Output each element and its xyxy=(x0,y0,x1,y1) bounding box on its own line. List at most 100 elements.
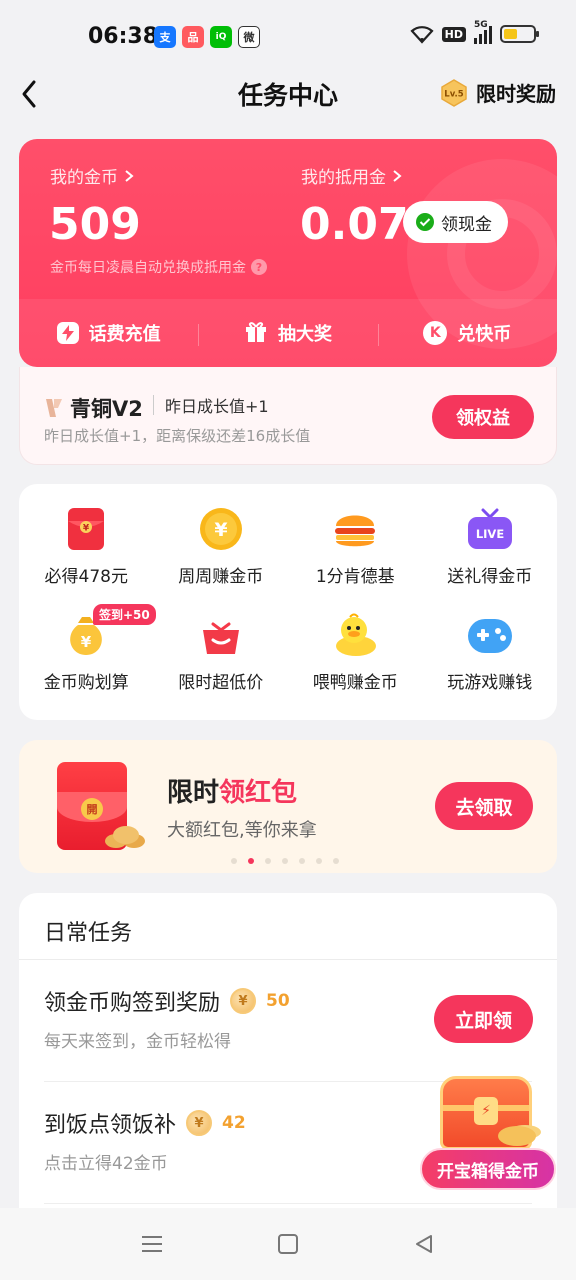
grid-item-kfc[interactable]: 1分肯德基 xyxy=(288,506,423,612)
wechat-icon: 微 xyxy=(238,26,260,48)
grid-label: 送礼得金币 xyxy=(447,567,533,587)
chevron-right-icon xyxy=(393,169,402,182)
carousel-dot[interactable] xyxy=(248,858,254,864)
live-tv-text: LIVE xyxy=(476,527,505,541)
my-credit-link[interactable]: 我的抵用金 xyxy=(301,163,402,188)
member-level-card: 青铜V2 昨日成长值+1 昨日成长值+1，距离保级还差16成长值 领权益 xyxy=(19,367,557,465)
shopping-basket-icon xyxy=(198,612,244,658)
credit-value: 0.07 xyxy=(300,199,409,250)
coin-icon: ¥ xyxy=(186,1110,213,1136)
wechat-pay-icon xyxy=(416,213,434,231)
duck-icon xyxy=(332,612,378,658)
grid-label: 金币购划算 xyxy=(43,673,129,693)
coins-value: 509 xyxy=(49,199,141,250)
grid-item-live-gift[interactable]: LIVE 送礼得金币 xyxy=(423,506,558,612)
gamepad-icon xyxy=(467,612,513,658)
my-credit-label: 我的抵用金 xyxy=(301,168,386,188)
claim-cash-button[interactable]: 领现金 xyxy=(403,201,508,243)
go-claim-button[interactable]: 去领取 xyxy=(435,782,533,830)
exchange-kcoin-button[interactable]: K 兑快币 xyxy=(377,320,557,346)
signal-icon: 5G xyxy=(474,20,492,44)
home-icon[interactable] xyxy=(274,1230,302,1258)
live-tv-icon: LIVE xyxy=(467,506,513,552)
claim-cash-label: 领现金 xyxy=(441,214,492,235)
level-badge: 青铜V2 xyxy=(44,393,143,423)
burger-icon xyxy=(332,506,378,552)
task-reward: 42 xyxy=(222,1113,246,1133)
system-nav-bar xyxy=(0,1208,576,1280)
wallet-card: 我的金币 509 我的抵用金 0.07 领现金 金币每日凌晨自动兑换成抵用金 ?… xyxy=(19,139,557,367)
recharge-label: 话费充值 xyxy=(88,324,161,345)
battery-icon xyxy=(500,25,539,43)
red-packet-banner[interactable]: 開 限时领红包 大额红包,等你来拿 去领取 xyxy=(19,740,557,873)
level-name: 青铜V2 xyxy=(70,397,143,421)
wallet-actions: 话费充值 抽大奖 K 兑快币 xyxy=(19,299,557,367)
svg-text:¥: ¥ xyxy=(81,633,92,651)
iqiyi-icon: iQ xyxy=(210,26,232,48)
header: 任务中心 Lv.5 限时奖励 xyxy=(0,72,576,116)
task-row: 领金币购签到奖励 ¥ 50 每天来签到，金币轻松得 立即领 xyxy=(19,959,557,1079)
grid-item-play-games[interactable]: 玩游戏赚钱 xyxy=(423,612,558,718)
grid-item-weekly-coins[interactable]: ¥ 周周赚金币 xyxy=(154,506,289,612)
grid-item-red-envelope[interactable]: ¥ 必得478元 xyxy=(19,506,154,612)
my-coins-link[interactable]: 我的金币 xyxy=(50,163,134,188)
chest-label: 开宝箱得金币 xyxy=(420,1148,556,1190)
recharge-button[interactable]: 话费充值 xyxy=(19,320,198,346)
carousel-dot[interactable] xyxy=(265,858,271,864)
carousel-dots xyxy=(231,858,339,864)
level-badge-icon: Lv.5 xyxy=(440,78,468,107)
level-desc: 昨日成长值+1，距离保级还差16成长值 xyxy=(44,427,311,445)
coin-icon: ¥ xyxy=(230,988,257,1014)
yuan-coin-icon: ¥ xyxy=(198,506,244,552)
grid-item-flash-sale[interactable]: 限时超低价 xyxy=(154,612,289,718)
notification-icons: 支 品 iQ 微 xyxy=(154,26,260,48)
claim-now-button[interactable]: 立即领 xyxy=(434,995,533,1043)
grid-label: 必得478元 xyxy=(44,567,128,587)
wifi-icon xyxy=(410,26,434,44)
growth-value: 昨日成长值+1 xyxy=(165,397,269,416)
back-icon[interactable] xyxy=(410,1230,438,1258)
banner-title-prefix: 限时 xyxy=(167,778,220,808)
banner-title-highlight: 领红包 xyxy=(219,778,298,808)
system-indicators: HD 5G xyxy=(410,20,539,44)
carousel-dot[interactable] xyxy=(282,858,288,864)
checkin-badge: 签到+50 xyxy=(93,604,156,625)
k-coin-icon: K xyxy=(423,321,448,345)
gift-icon xyxy=(244,320,268,347)
exchange-kcoin-label: 兑快币 xyxy=(457,324,512,345)
carousel-dot[interactable] xyxy=(333,858,339,864)
task-desc: 每天来签到，金币轻松得 xyxy=(44,1032,231,1052)
feature-grid: ¥ 必得478元 ¥ 周周赚金币 1分肯德基 LIVE 送礼得金币 ¥ 签到+5… xyxy=(19,484,557,720)
alipay-icon: 支 xyxy=(154,26,176,48)
app-icon: 品 xyxy=(182,26,204,48)
claim-perks-button[interactable]: 领权益 xyxy=(432,395,534,439)
hd-badge: HD xyxy=(441,26,466,42)
red-packet-seal: 開 xyxy=(81,798,103,820)
my-coins-label: 我的金币 xyxy=(50,168,118,188)
help-icon[interactable]: ? xyxy=(251,259,267,275)
carousel-dot[interactable] xyxy=(316,858,322,864)
bronze-medal-icon xyxy=(46,399,62,417)
grid-label: 周周赚金币 xyxy=(178,567,264,587)
banner-title: 限时领红包 xyxy=(167,772,297,809)
battery-level xyxy=(504,29,517,39)
treasure-chest-button[interactable]: ⚡ 开宝箱得金币 xyxy=(418,1074,558,1194)
grid-item-coin-shopping[interactable]: ¥ 签到+50 金币购划算 xyxy=(19,604,156,718)
lottery-label: 抽大奖 xyxy=(277,324,332,345)
task-title-text: 领金币购签到奖励 xyxy=(44,991,221,1016)
red-envelope-icon: ¥ xyxy=(63,506,109,552)
grid-label: 喂鸭赚金币 xyxy=(312,673,398,693)
limited-reward-button[interactable]: Lv.5 限时奖励 xyxy=(440,78,556,107)
carousel-dot[interactable] xyxy=(231,858,237,864)
grid-item-feed-duck[interactable]: 喂鸭赚金币 xyxy=(288,612,423,718)
lottery-button[interactable]: 抽大奖 xyxy=(198,320,377,347)
carousel-dot[interactable] xyxy=(299,858,305,864)
lightning-icon xyxy=(56,322,79,344)
svg-text:¥: ¥ xyxy=(83,524,90,534)
task-desc: 点击立得42金币 xyxy=(44,1154,168,1174)
signal-label: 5G xyxy=(474,20,488,30)
coin-pile-icon xyxy=(113,826,139,844)
svg-text:¥: ¥ xyxy=(214,519,227,541)
task-title: 到饭点领饭补 ¥ 42 xyxy=(44,1107,246,1139)
menu-icon[interactable] xyxy=(138,1230,166,1258)
